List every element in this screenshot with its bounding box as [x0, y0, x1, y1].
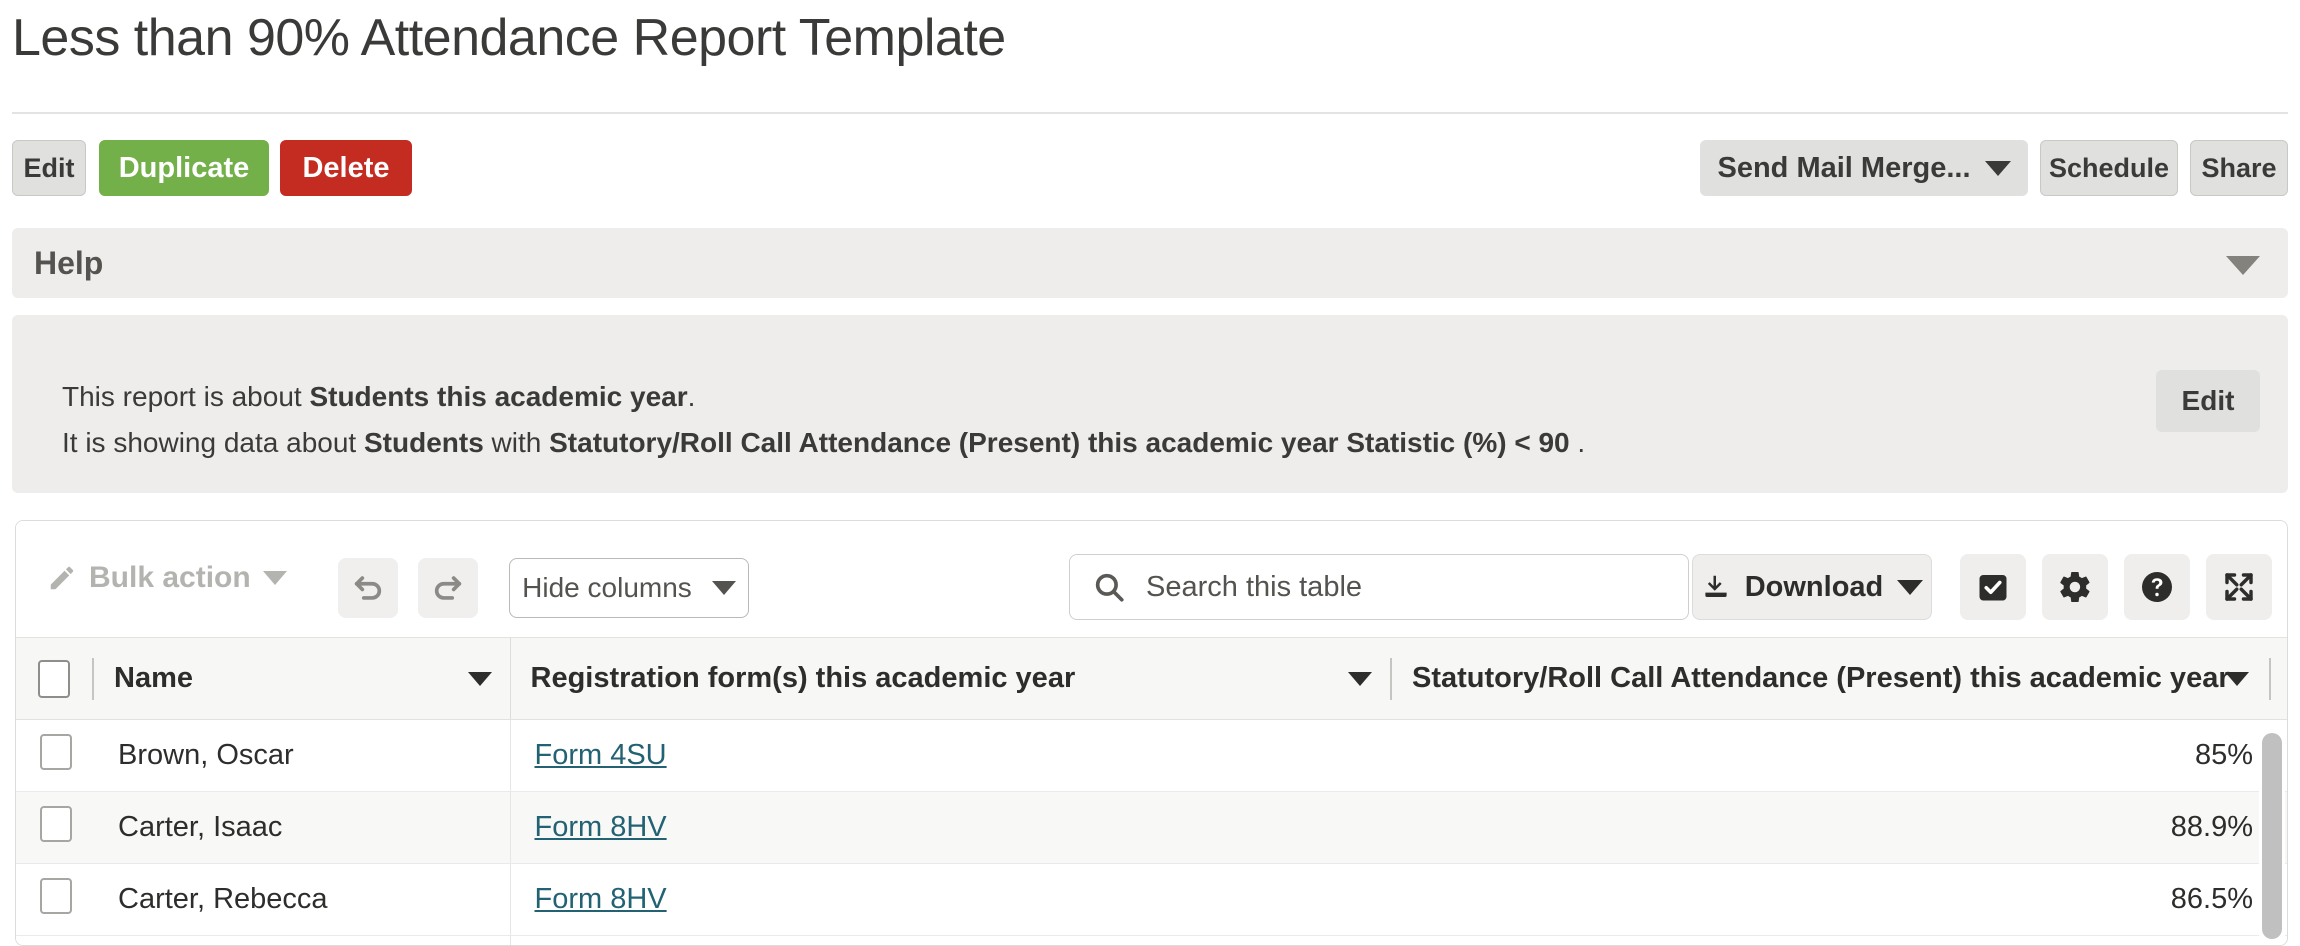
report-filter-mid: with — [484, 427, 549, 458]
delete-button[interactable]: Delete — [280, 140, 412, 196]
cell-attendance: 85% — [1390, 720, 2288, 792]
redo-button[interactable] — [418, 558, 478, 618]
report-about-subject: Students this academic year — [309, 381, 687, 412]
select-mode-button[interactable] — [1960, 554, 2026, 620]
download-label: Download — [1745, 571, 1884, 604]
header-divider — [1390, 658, 1392, 700]
expand-arrows-icon — [2221, 569, 2257, 605]
table-toolbar: Bulk action Hide columns — [16, 521, 2287, 637]
help-section-body: This report is about Students this acade… — [12, 315, 2288, 493]
fullscreen-button[interactable] — [2206, 554, 2272, 620]
column-header-registration-form-label: Registration form(s) this academic year — [531, 662, 1076, 695]
column-header-name-label: Name — [114, 662, 193, 695]
cell-name: Brown, Oscar — [94, 720, 510, 792]
hide-columns-dropdown[interactable]: Hide columns — [509, 558, 749, 618]
registration-form-link[interactable]: Form 8HV — [535, 811, 667, 843]
send-mail-merge-label: Send Mail Merge... — [1718, 152, 1971, 185]
cell-registration-form: Form 8HV — [510, 792, 1390, 864]
help-edit-button[interactable]: Edit — [2156, 370, 2260, 432]
page-title: Less than 90% Attendance Report Template — [12, 8, 1006, 68]
registration-form-link[interactable]: Form 4SU — [535, 739, 667, 771]
search-box[interactable] — [1069, 554, 1689, 620]
hide-columns-label: Hide columns — [522, 572, 692, 604]
duplicate-button[interactable]: Duplicate — [99, 140, 269, 196]
cell-registration-form: Form 4SU — [510, 720, 1390, 792]
report-filter-condition: Statutory/Roll Call Attendance (Present)… — [549, 427, 1570, 458]
header-divider — [2269, 658, 2271, 700]
download-icon — [1701, 572, 1731, 602]
bulk-action-dropdown[interactable]: Bulk action — [47, 561, 287, 595]
edit-button[interactable]: Edit — [12, 140, 86, 196]
redo-icon — [431, 571, 465, 605]
schedule-button[interactable]: Schedule — [2040, 140, 2178, 196]
report-about-text: This report is about Students this acade… — [62, 381, 695, 413]
row-checkbox[interactable] — [40, 878, 72, 914]
row-select-cell — [16, 936, 94, 946]
report-page: Less than 90% Attendance Report Template… — [0, 0, 2300, 946]
bulk-action-label: Bulk action — [89, 561, 251, 595]
checkbox-checked-icon — [1975, 569, 2011, 605]
cell-attendance: 86.5% — [1390, 864, 2288, 936]
chevron-down-icon — [263, 571, 287, 585]
cell-registration-form: Form 8HV — [510, 864, 1390, 936]
table-header: Name Registration form(s) this academic … — [16, 638, 2288, 720]
column-header-registration-form[interactable]: Registration form(s) this academic year — [510, 638, 1390, 720]
row-select-cell — [16, 864, 94, 936]
report-table: Name Registration form(s) this academic … — [16, 637, 2288, 946]
help-button[interactable] — [2124, 554, 2190, 620]
chevron-down-icon[interactable] — [2225, 672, 2249, 686]
share-button[interactable]: Share — [2190, 140, 2288, 196]
select-all-checkbox[interactable] — [38, 660, 70, 698]
report-filter-text: It is showing data about Students with S… — [62, 427, 1585, 459]
table-header-row: Name Registration form(s) this academic … — [16, 638, 2288, 720]
settings-button[interactable] — [2042, 554, 2108, 620]
chevron-down-icon — [1897, 580, 1923, 595]
search-icon — [1092, 570, 1126, 604]
table-scrollbar-thumb[interactable] — [2262, 733, 2282, 939]
action-toolbar: Edit Duplicate Delete Send Mail Merge...… — [0, 140, 2300, 208]
question-circle-icon — [2139, 569, 2175, 605]
report-filter-subject: Students — [364, 427, 484, 458]
column-header-attendance-label: Statutory/Roll Call Attendance (Present)… — [1412, 662, 2230, 695]
chevron-down-icon[interactable] — [1348, 672, 1372, 686]
report-about-prefix: This report is about — [62, 381, 309, 412]
column-header-attendance[interactable]: Statutory/Roll Call Attendance (Present)… — [1390, 638, 2288, 720]
help-section-title: Help — [34, 245, 103, 282]
cell-name — [94, 936, 510, 946]
table-row[interactable]: Brown, Oscar Form 4SU 85% — [16, 720, 2288, 792]
gear-icon — [2057, 569, 2093, 605]
table-row[interactable]: Carter, Rebecca Form 8HV 86.5% — [16, 864, 2288, 936]
registration-form-link[interactable]: Form 8HV — [535, 883, 667, 915]
undo-icon — [351, 571, 385, 605]
cell-attendance: 88.9% — [1390, 792, 2288, 864]
download-button[interactable]: Download — [1692, 554, 1932, 620]
send-mail-merge-button[interactable]: Send Mail Merge... — [1700, 140, 2028, 196]
pencil-icon — [47, 563, 77, 593]
report-filter-prefix: It is showing data about — [62, 427, 364, 458]
chevron-down-icon[interactable] — [468, 672, 492, 686]
cell-name: Carter, Rebecca — [94, 864, 510, 936]
cell-attendance — [1390, 936, 2288, 946]
search-input[interactable] — [1144, 570, 1670, 605]
row-checkbox[interactable] — [40, 806, 72, 842]
help-section-header[interactable]: Help — [12, 228, 2288, 298]
table-row[interactable] — [16, 936, 2288, 946]
table-body: Brown, Oscar Form 4SU 85% Carter, Isaac … — [16, 720, 2288, 946]
title-divider — [12, 112, 2288, 114]
cell-name: Carter, Isaac — [94, 792, 510, 864]
column-header-select-all — [16, 638, 94, 720]
undo-button[interactable] — [338, 558, 398, 618]
report-filter-suffix: . — [1570, 427, 1586, 458]
table-row[interactable]: Carter, Isaac Form 8HV 88.9% — [16, 792, 2288, 864]
data-table-card: Bulk action Hide columns — [15, 520, 2288, 946]
report-about-suffix: . — [688, 381, 696, 412]
cell-registration-form — [510, 936, 1390, 946]
column-header-name[interactable]: Name — [94, 638, 510, 720]
row-checkbox[interactable] — [40, 734, 72, 770]
chevron-down-icon — [2226, 256, 2260, 275]
chevron-down-icon — [1985, 161, 2011, 176]
chevron-down-icon — [712, 581, 736, 595]
row-select-cell — [16, 720, 94, 792]
row-select-cell — [16, 792, 94, 864]
